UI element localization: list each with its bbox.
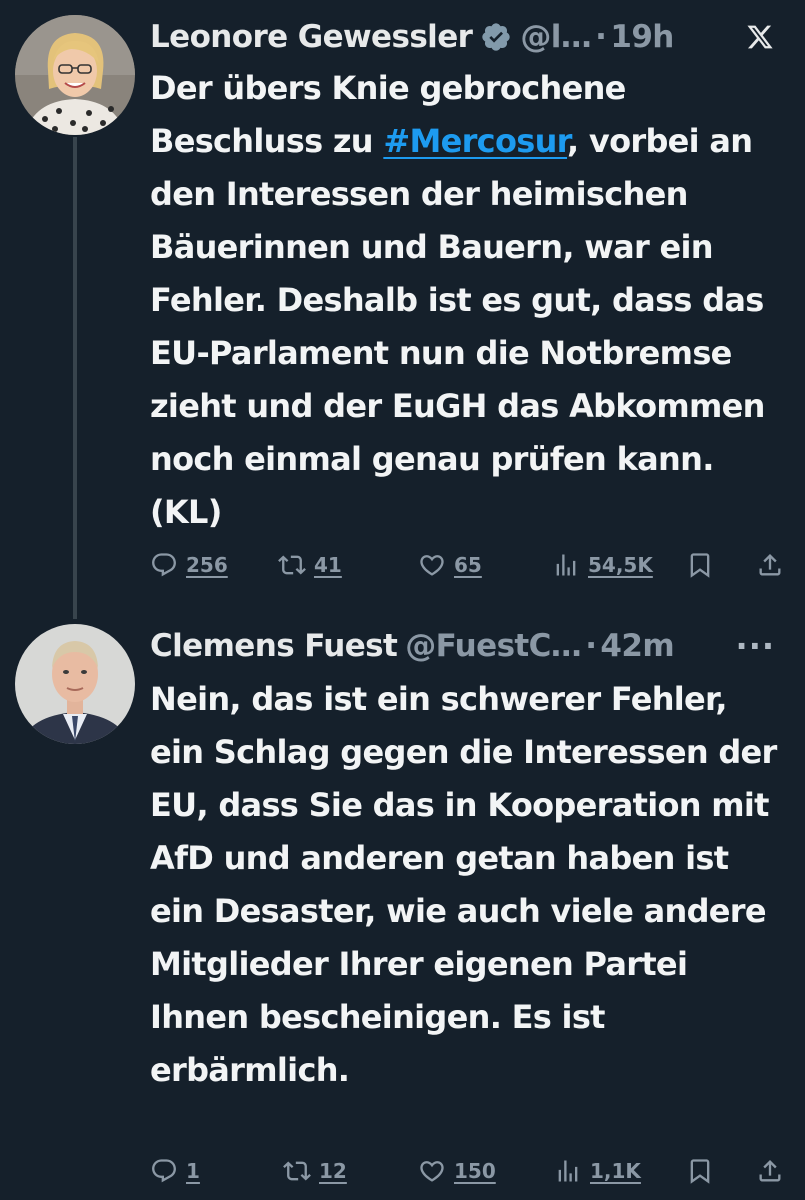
views-count: 1,1K [590,1159,641,1183]
reply-icon [150,551,178,579]
repost-count: 12 [319,1159,347,1183]
views-button[interactable]: 54,5K [552,545,653,585]
timestamp[interactable]: 42m [600,628,674,664]
share-button[interactable] [756,1151,784,1191]
heart-icon [418,551,446,579]
share-button[interactable] [756,545,784,585]
repost-icon [283,1157,311,1185]
avatar-gewessler-image [15,15,135,135]
tweet-text-part: , vorbei an den Interessen der heimische… [150,122,765,531]
separator-dot: · [595,19,607,55]
share-icon [756,1157,784,1185]
tweet-header: Clemens Fuest @FuestC… · 42m ··· [150,622,797,670]
avatar[interactable] [15,15,135,135]
author-handle[interactable]: @FuestC… [405,628,582,664]
views-button[interactable]: 1,1K [554,1151,641,1191]
reply-button[interactable]: 1 [150,1151,200,1191]
avatar-fuest-image [15,624,135,744]
tweet-actions: 256 41 65 54,5K [150,545,790,585]
heart-icon [418,1157,446,1185]
repost-count: 41 [314,553,342,577]
like-button[interactable]: 65 [418,545,482,585]
views-chart-icon [552,551,580,579]
tweet-actions: 1 12 150 1,1K [150,1151,790,1191]
like-count: 65 [454,553,482,577]
repost-button[interactable]: 12 [283,1151,347,1191]
timestamp[interactable]: 19h [610,19,674,55]
bookmark-button[interactable] [686,1151,714,1191]
more-options-icon[interactable]: ··· [736,627,775,665]
reply-count: 256 [186,553,228,577]
hashtag-link[interactable]: #Mercosur [383,122,567,160]
author-handle[interactable]: @l… [520,19,591,55]
views-chart-icon [554,1157,582,1185]
reply-button[interactable]: 256 [150,545,228,585]
author-name[interactable]: Clemens Fuest [150,628,398,664]
repost-button[interactable]: 41 [278,545,342,585]
bookmark-icon [686,551,714,579]
verified-badge-icon[interactable] [480,21,512,53]
bookmark-button[interactable] [686,545,714,585]
thread-connector-line [73,137,77,619]
share-icon [756,551,784,579]
x-logo-icon [745,22,775,52]
tweet-text: Nein, das ist ein schwerer Fehler, ein S… [150,680,777,1089]
avatar[interactable] [15,624,135,744]
reply-count: 1 [186,1159,200,1183]
repost-icon [278,551,306,579]
reply-icon [150,1157,178,1185]
bookmark-icon [686,1157,714,1185]
like-count: 150 [454,1159,496,1183]
tweet-text: Der übers Knie gebrochene Beschluss zu #… [150,62,790,539]
views-count: 54,5K [588,553,653,577]
separator-dot: · [585,628,597,664]
tweet-header: Leonore Gewessler @l… · 19h [150,13,797,61]
author-name[interactable]: Leonore Gewessler [150,19,473,55]
like-button[interactable]: 150 [418,1151,496,1191]
